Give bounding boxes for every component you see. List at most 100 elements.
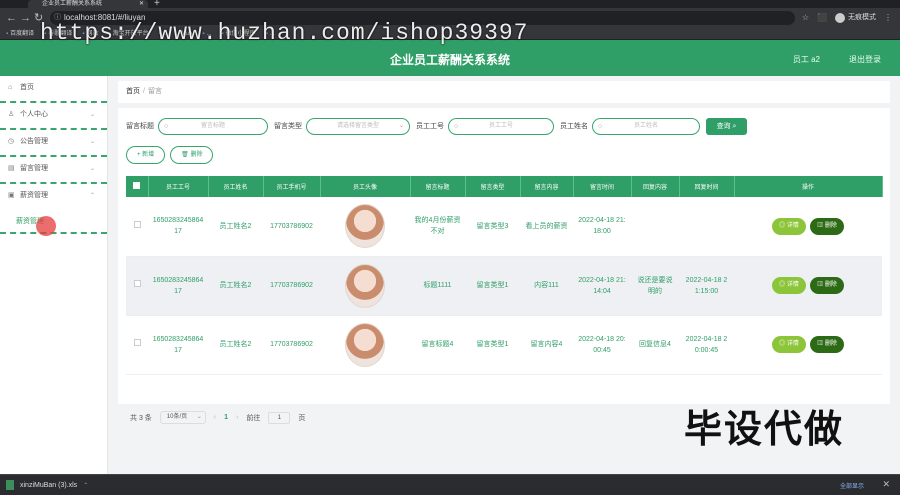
- column-header: 员工头像: [320, 176, 411, 197]
- detail-icon: ◎: [779, 222, 786, 229]
- cell-title: 我的4月份薪资不对: [410, 197, 465, 257]
- sidebar-item-label: 薪资管理: [20, 192, 48, 199]
- user-icon: ♙: [8, 111, 15, 118]
- cell-reply: 回复信息4: [631, 315, 679, 375]
- logout-link[interactable]: 退出登录: [849, 54, 881, 65]
- column-header: 留言标题: [410, 176, 466, 197]
- row-checkbox[interactable]: [133, 339, 141, 346]
- search-label: 员工工号: [416, 123, 444, 130]
- back-icon[interactable]: ←: [6, 11, 17, 25]
- close-icon[interactable]: ✕: [882, 479, 890, 490]
- employee-name-search-input[interactable]: ○ 员工姓名: [592, 117, 700, 135]
- cell-employee-name: 员工姓名2: [208, 315, 263, 375]
- detail-label: 详情: [786, 282, 799, 288]
- excel-file-icon: [6, 480, 14, 490]
- trash-icon: ▥: [817, 341, 824, 347]
- sidebar-item-label: 个人中心: [20, 111, 48, 118]
- message-table: 员工工号 员工姓名 员工手机号 员工头像 留言标题 留言类型 留言内容 留言时间…: [126, 176, 883, 375]
- title-search-input[interactable]: ○ 留言标题: [158, 117, 268, 135]
- column-header: 回复时间: [679, 176, 735, 197]
- profile-button[interactable]: 无痕模式: [835, 11, 876, 25]
- search-label: 留言类型: [274, 123, 302, 130]
- trash-icon: ▥: [817, 282, 824, 288]
- watermark-text: https://www.huzhan.com/ishop39397: [40, 20, 529, 46]
- current-page[interactable]: 1: [224, 414, 228, 421]
- extensions-icon[interactable]: ⬛: [817, 11, 827, 25]
- trash-icon: ▥: [817, 222, 824, 229]
- close-icon[interactable]: ✕: [139, 0, 144, 8]
- detail-label: 详情: [786, 222, 799, 229]
- delete-label: 删除: [824, 222, 837, 229]
- chevron-down-icon: ⌄: [398, 122, 404, 129]
- search-icon: ○: [454, 122, 459, 130]
- row-checkbox[interactable]: [133, 280, 141, 287]
- chevron-down-icon: ⌄: [196, 414, 202, 420]
- breadcrumb-home[interactable]: 首页: [126, 88, 140, 95]
- query-button[interactable]: 查询 ⌕: [706, 117, 747, 135]
- column-header: 员工姓名: [208, 176, 264, 197]
- sidebar-item-notices[interactable]: ◷ 公告管理 ⌄: [0, 130, 107, 157]
- avatar: [345, 263, 385, 308]
- search-label: 留言标题: [126, 123, 154, 130]
- column-header: 操作: [734, 176, 883, 197]
- forward-icon[interactable]: →: [20, 11, 31, 25]
- column-header: 留言类型: [465, 176, 521, 197]
- goto-label: 前往: [246, 414, 261, 422]
- prev-page-icon[interactable]: ‹: [214, 414, 216, 421]
- type-select[interactable]: 请选择留言类型 ⌄: [306, 117, 410, 135]
- detail-button[interactable]: ◎ 详情: [772, 336, 806, 353]
- detail-button[interactable]: ◎ 详情: [772, 217, 806, 235]
- select-all-checkbox[interactable]: [126, 176, 149, 197]
- search-label: 员工姓名: [560, 123, 588, 130]
- cell-title: 留言标题4: [410, 315, 465, 375]
- row-checkbox[interactable]: [133, 220, 141, 228]
- cell-phone: 17703786902: [263, 197, 320, 257]
- cell-content: 留言内容4: [520, 315, 573, 375]
- show-all-downloads-link[interactable]: 全部显示: [840, 481, 864, 490]
- cell-reply: 说还是要说明的: [631, 256, 679, 316]
- delete-button[interactable]: ▥ 删除: [810, 217, 844, 235]
- home-icon: ⌂: [8, 84, 13, 91]
- sidebar-item-label: 首页: [20, 84, 34, 91]
- employee-id-search-input[interactable]: ○ 员工工号: [448, 117, 554, 135]
- sidebar-item-profile[interactable]: ♙ 个人中心 ⌄: [0, 103, 107, 130]
- menu-icon[interactable]: ⋮: [884, 11, 892, 25]
- delete-button[interactable]: ▥ 删除: [810, 336, 844, 353]
- profile-label: 无痕模式: [848, 14, 876, 21]
- cell-reply-time: 2022-04-18 20:00:45: [679, 315, 734, 375]
- sidebar-item-salary[interactable]: ▣ 薪资管理 ⌃: [0, 184, 107, 211]
- cell-employee-id: 165028324586417: [148, 315, 208, 375]
- chevron-up-icon[interactable]: ⌃: [83, 482, 88, 489]
- browser-tab[interactable]: 企业员工薪酬关系系统 ✕: [28, 0, 148, 8]
- download-item[interactable]: xinziMuBan (3).xls ⌃: [6, 480, 88, 490]
- cell-type: 留言类型3: [465, 197, 520, 257]
- batch-delete-button[interactable]: 🗑 删除: [170, 146, 214, 164]
- total-count: 共 3 条: [130, 414, 152, 422]
- search-icon: ⌕: [732, 122, 737, 130]
- search-icon: ○: [598, 122, 603, 130]
- chevron-down-icon: ⌄: [89, 139, 95, 145]
- avatar: [345, 322, 385, 367]
- bookmark-item[interactable]: 百度翻译: [6, 28, 34, 39]
- sidebar-subitem-salary[interactable]: 薪资管理: [0, 211, 107, 236]
- placeholder: 留言标题: [200, 122, 225, 129]
- sidebar-item-messages[interactable]: ▤ 留言管理 ⌄: [0, 157, 107, 184]
- overlay-caption: 毕设代做: [684, 407, 845, 451]
- sidebar-item-home[interactable]: ⌂ 首页: [0, 76, 107, 103]
- column-header: 员工工号: [148, 176, 209, 197]
- column-header: 回复内容: [631, 176, 680, 197]
- goto-page-input[interactable]: 1: [268, 411, 291, 424]
- sidebar-item-label: 公告管理: [20, 138, 48, 145]
- detail-icon: ◎: [779, 282, 786, 288]
- star-icon[interactable]: ☆: [802, 11, 809, 25]
- next-page-icon[interactable]: ›: [236, 414, 238, 421]
- delete-button[interactable]: ▥ 删除: [810, 277, 844, 294]
- page-size-select[interactable]: 10条/页 ⌄: [159, 411, 206, 424]
- add-button[interactable]: + 新增: [126, 146, 166, 164]
- detail-button[interactable]: ◎ 详情: [772, 277, 806, 294]
- cell-time: 2022-04-18 20:00:45: [573, 315, 631, 375]
- cell-title: 标题1111: [410, 256, 465, 316]
- cell-time: 2022-04-18 21:18:00: [573, 197, 631, 257]
- cell-content: 看上员的薪资: [520, 197, 573, 257]
- avatar: [345, 204, 385, 249]
